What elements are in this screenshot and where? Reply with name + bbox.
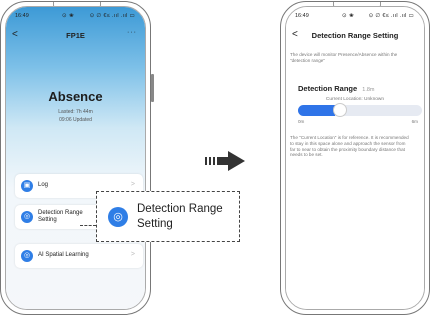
status-icons-right: ⊙ ∅ €≤ .ııl .ııl ▭ <box>368 13 414 19</box>
detection-range-label: Detection Range <box>38 210 83 216</box>
note-line: to stay in this space alone and approach… <box>290 140 406 146</box>
reference-note: The "Current Location" is for reference.… <box>290 135 420 158</box>
callout-connector <box>80 225 96 226</box>
target-icon: ◎ <box>108 207 128 227</box>
intro-line: "detection range" <box>290 57 325 63</box>
left-phone: 16:49 ⊙ ❀ ⊙ ∅ €≤ .ııl .ııl ▭ < FP1E ··· … <box>0 1 154 315</box>
status-bar: 16:49 ⊙ ❀ ⊙ ∅ €≤ .ııl .ııl ▭ <box>286 11 424 23</box>
range-slider[interactable] <box>298 103 422 117</box>
chevron-right-icon: > <box>130 181 135 188</box>
chevron-right-icon: > <box>130 251 135 258</box>
status-icons-right: ⊙ ∅ €≤ .ııl .ııl ▭ <box>89 13 135 19</box>
detection-range-value: 1.8m <box>362 87 375 93</box>
phone-side-button <box>151 74 154 102</box>
status-icons-left: ⊙ ❀ <box>342 13 355 19</box>
note-line: The "Current Location" is for reference.… <box>290 135 409 140</box>
detection-range-label: Detection Range <box>298 84 358 93</box>
page-title: FP1E <box>66 31 85 40</box>
log-label: Log <box>38 182 49 188</box>
updated-time: 09:06 Updated <box>59 117 92 123</box>
left-phone-screen: 16:49 ⊙ ❀ ⊙ ∅ €≤ .ııl .ııl ▭ < FP1E ··· … <box>5 6 146 310</box>
right-phone-screen: 16:49 ⊙ ❀ ⊙ ∅ €≤ .ııl .ııl ▭ < Detection… <box>285 6 425 310</box>
ai-spatial-learning-label: AI Spatial Learning <box>38 252 89 258</box>
intro-text: The device will monitor Presence/Absence… <box>290 52 420 64</box>
lasted-duration: Lasted: 7h 44m <box>58 109 93 115</box>
detection-range-heading: Detection Range 1.8m <box>298 84 375 93</box>
ai-spatial-learning-card[interactable]: ◎ AI Spatial Learning > <box>15 244 143 268</box>
ai-icon: ◎ <box>21 250 33 262</box>
arrow-right-icon <box>205 151 245 171</box>
callout-label: Detection Range Setting <box>137 202 223 232</box>
detection-range-callout: ◎ Detection Range Setting <box>96 191 240 242</box>
status-time: 16:49 <box>295 13 309 19</box>
status-time: 16:49 <box>15 13 29 19</box>
slider-min-label: 0m <box>298 119 305 124</box>
slider-fill <box>298 105 336 116</box>
more-icon[interactable]: ··· <box>127 29 137 36</box>
log-icon: ▣ <box>21 180 33 192</box>
callout-line1: Detection Range <box>137 203 223 215</box>
slider-max-label: 6m <box>411 119 418 124</box>
slider-handle[interactable] <box>333 103 348 117</box>
right-phone: 16:49 ⊙ ❀ ⊙ ∅ €≤ .ııl .ııl ▭ < Detection… <box>280 1 430 315</box>
page-title: Detection Range Setting <box>311 31 399 40</box>
detection-range-label-line2: Setting <box>38 217 57 223</box>
nav-bar: < FP1E ··· <box>6 29 145 43</box>
callout-line2: Setting <box>137 218 173 230</box>
nav-bar: < Detection Range Setting <box>286 29 424 43</box>
presence-state: Absence <box>48 89 103 104</box>
note-line: needs to be set. <box>290 152 323 158</box>
status-bar: 16:49 ⊙ ❀ ⊙ ∅ €≤ .ııl .ııl ▭ <box>6 11 145 23</box>
status-icons-left: ⊙ ❀ <box>62 13 75 19</box>
current-location: Current Location: Unknown <box>325 97 385 102</box>
target-icon: ◎ <box>21 211 33 223</box>
